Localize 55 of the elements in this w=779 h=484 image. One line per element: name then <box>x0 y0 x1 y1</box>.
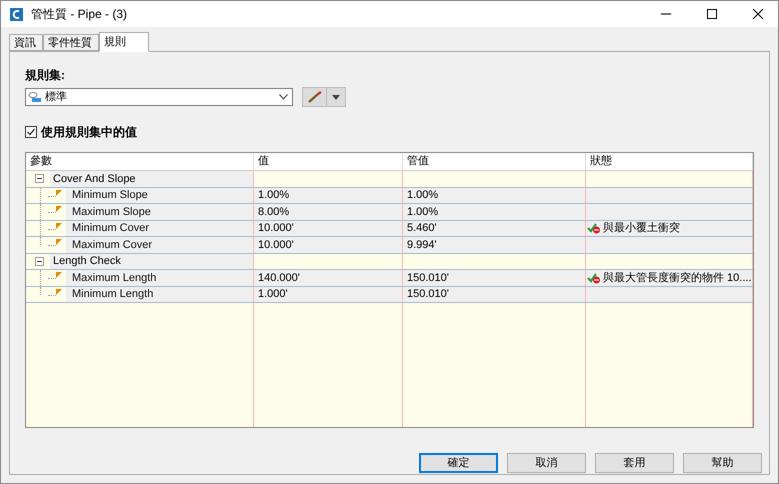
column-header[interactable]: 參數 <box>30 153 52 170</box>
tab[interactable]: 規則 <box>99 32 149 52</box>
flag-icon <box>56 239 62 245</box>
dialog-button[interactable]: 確定 <box>419 453 498 473</box>
status-text: 與最大管長度衝突的物件 10.... <box>603 270 752 286</box>
parameter-name: Maximum Cover <box>72 238 152 252</box>
parameter-name: Maximum Length <box>72 270 156 286</box>
table-cell-text: 150.010' <box>407 270 449 286</box>
window-title: 管性質 - Pipe - (3) <box>31 6 128 23</box>
table-cell-text: 1.00% <box>407 188 438 203</box>
group-name: Cover And Slope <box>53 172 136 186</box>
tab[interactable]: 資訊 <box>9 34 43 51</box>
tab[interactable]: 零件性質 <box>43 34 99 51</box>
edit-rules-button[interactable] <box>302 87 327 107</box>
flag-icon <box>56 272 62 278</box>
flag-icon <box>56 206 62 212</box>
column-header[interactable]: 值 <box>258 153 269 170</box>
table-cell-text: 1.00% <box>407 204 438 220</box>
column-header[interactable]: 狀態 <box>590 153 612 170</box>
parameter-name: Minimum Length <box>72 287 154 302</box>
table-cell-text: 150.010' <box>407 287 449 302</box>
parameter-name: Minimum Slope <box>72 188 148 203</box>
table-cell-text: 5.460' <box>407 221 437 236</box>
close-icon[interactable] <box>753 9 763 19</box>
table-cell-text: 10.000' <box>258 221 294 236</box>
table-cell-text: 1.000' <box>258 287 288 302</box>
flag-icon <box>56 190 62 196</box>
dialog-button[interactable]: 幫助 <box>683 453 762 473</box>
flag-icon <box>56 288 62 294</box>
rule-set-dropdown[interactable]: 標準 <box>25 88 293 106</box>
dialog-button[interactable]: 套用 <box>595 453 674 473</box>
checkbox-label: 使用規則集中的值 <box>41 124 137 141</box>
parameter-name: Maximum Slope <box>72 204 151 220</box>
checkbox[interactable] <box>25 126 37 138</box>
rule-set-label: 規則集: <box>25 67 66 84</box>
pipe-icon <box>28 91 42 103</box>
table-cell-text: 9.994' <box>407 238 437 252</box>
column-header[interactable]: 管值 <box>407 153 429 170</box>
table-cell-text: 8.00% <box>258 204 290 220</box>
chevron-down-icon <box>279 94 288 100</box>
table-cell-text: 1.00% <box>258 188 290 203</box>
parameter-name: Minimum Cover <box>72 221 150 236</box>
app-logo-icon <box>10 8 23 20</box>
group-name: Length Check <box>53 254 121 269</box>
dialog-button[interactable]: 取消 <box>507 453 586 473</box>
collapse-icon[interactable] <box>35 174 44 184</box>
caret-icon <box>332 94 340 100</box>
table-cell-text: 140.000' <box>258 270 300 286</box>
dropdown-button[interactable] <box>327 87 346 107</box>
status-text: 與最小覆土衝突 <box>603 220 680 236</box>
collapse-icon[interactable] <box>35 256 44 266</box>
pencil-icon <box>308 91 322 103</box>
table-cell-text: 10.000' <box>258 238 294 252</box>
maximize-icon[interactable] <box>707 9 717 19</box>
flag-icon <box>56 222 62 228</box>
